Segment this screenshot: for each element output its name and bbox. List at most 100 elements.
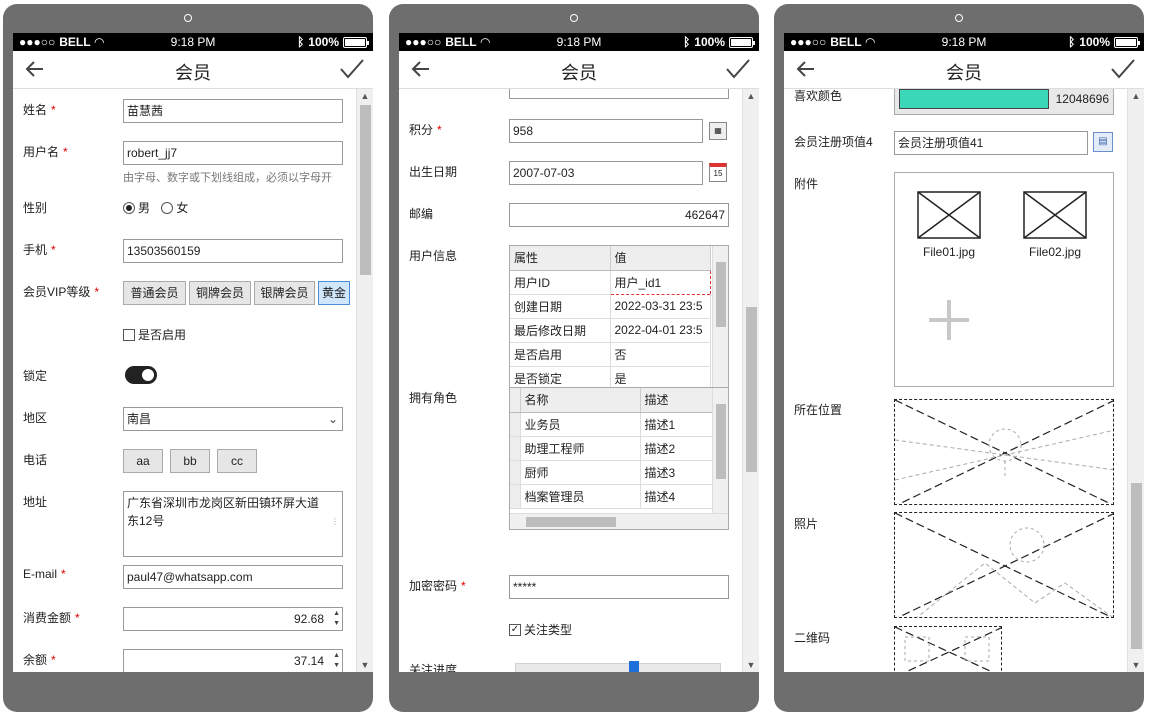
- grid-scrollbar[interactable]: [712, 246, 728, 387]
- check-icon[interactable]: [339, 57, 365, 81]
- vertical-scrollbar[interactable]: ▲ ▼: [742, 89, 759, 672]
- bluetooth-icon: ᛒ: [297, 35, 305, 49]
- progress-slider[interactable]: [515, 661, 721, 672]
- scroll-thumb[interactable]: [360, 105, 371, 275]
- birth-label: 出生日期: [409, 165, 458, 179]
- enabled-checkbox-label: 是否启用: [138, 328, 187, 342]
- navbar: 会员: [13, 51, 373, 89]
- page-title: 会员: [561, 63, 597, 83]
- scroll-up-icon[interactable]: ▲: [743, 89, 759, 103]
- tel-option-bb[interactable]: bb: [170, 449, 210, 473]
- scroll-thumb[interactable]: [1131, 483, 1142, 649]
- table-row[interactable]: 是否锁定是: [510, 366, 711, 387]
- location-label: 所在位置: [794, 403, 843, 417]
- table-row[interactable]: 是否启用否: [510, 342, 711, 367]
- address-textarea[interactable]: 广东省深圳市龙岗区新田镇环屏大道东12号 ⋮: [123, 491, 343, 557]
- status-bar: ●●●○○ BELL ◠ 9:18 PM ᛒ 100%: [784, 33, 1144, 51]
- attachment-area[interactable]: File01.jpg File02.jpg: [894, 172, 1114, 387]
- zip-input[interactable]: 462647: [509, 203, 729, 227]
- vip-option-silver[interactable]: 银牌会员: [254, 281, 315, 305]
- map-placeholder[interactable]: [894, 399, 1114, 505]
- calendar-icon[interactable]: 15: [709, 163, 727, 182]
- spinner-icon[interactable]: ▲ ▼: [333, 609, 340, 629]
- name-input[interactable]: 苗慧茜: [123, 99, 343, 123]
- slider-thumb[interactable]: [629, 661, 639, 672]
- partial-select[interactable]: [509, 89, 729, 99]
- calculator-icon[interactable]: ▦: [709, 122, 727, 140]
- scroll-down-icon[interactable]: ▼: [1128, 658, 1144, 672]
- screen-1: ●●●○○ BELL ◠ 9:18 PM ᛒ 100% 会员 姓名 * 苗慧茜 用户名 *…: [13, 33, 373, 672]
- tel-option-aa[interactable]: aa: [123, 449, 163, 473]
- points-label: 积分 *: [409, 123, 442, 137]
- chevron-down-icon: ⌄: [327, 412, 338, 426]
- gender-radio-female[interactable]: 女: [161, 199, 188, 216]
- table-row[interactable]: 档案管理员 描述4: [510, 484, 716, 509]
- balance-label: 余额 *: [23, 653, 56, 667]
- follow-type-checkbox[interactable]: ✓ 关注类型: [509, 621, 572, 638]
- reg-input[interactable]: 会员注册项值41: [894, 131, 1088, 155]
- vip-option-normal[interactable]: 普通会员: [123, 281, 186, 305]
- spinner-icon[interactable]: ▲ ▼: [333, 651, 340, 671]
- image-placeholder-icon: [1023, 191, 1087, 239]
- table-row[interactable]: 厨师 描述3: [510, 460, 716, 485]
- color-value: 12048696: [1055, 92, 1109, 106]
- email-input[interactable]: paul47@whatsapp.com: [123, 565, 343, 589]
- scroll-up-icon[interactable]: ▲: [1128, 89, 1144, 103]
- table-row[interactable]: 创建日期 2022-03-31 23:5: [510, 294, 711, 319]
- scroll-down-icon[interactable]: ▼: [743, 658, 759, 672]
- table-row[interactable]: 最后修改日期 2022-04-01 23:5: [510, 318, 711, 343]
- zip-label: 邮编: [409, 207, 434, 221]
- tel-label: 电话: [23, 453, 48, 467]
- roles-header-name: 名称: [520, 388, 641, 413]
- status-bar: ●●●○○ BELL ◠ 9:18 PM ᛒ 100%: [399, 33, 759, 51]
- phone-frame-3: ●●●○○ BELL ◠ 9:18 PM ᛒ 100% 会员 喜欢颜色 1204869…: [774, 4, 1144, 712]
- photo-placeholder[interactable]: [894, 512, 1114, 618]
- balance-input[interactable]: 37.14 ▲ ▼: [123, 649, 343, 672]
- check-icon[interactable]: [725, 57, 751, 81]
- table-row[interactable]: 业务员 描述1: [510, 412, 716, 437]
- gender-radio-male[interactable]: 男: [123, 199, 150, 216]
- scroll-down-icon[interactable]: ▼: [357, 658, 373, 672]
- grid-vscrollbar[interactable]: [712, 388, 728, 513]
- vertical-scrollbar[interactable]: ▲ ▼: [356, 89, 373, 672]
- address-label: 地址: [23, 495, 48, 509]
- vertical-scrollbar[interactable]: ▲ ▼: [1127, 89, 1144, 672]
- region-select[interactable]: 南昌 ⌄: [123, 407, 343, 431]
- enabled-checkbox[interactable]: 是否启用: [123, 326, 186, 343]
- username-label: 用户名 *: [23, 145, 68, 159]
- password-label: 加密密码 *: [409, 579, 466, 593]
- color-picker[interactable]: 12048696: [894, 89, 1114, 115]
- phone-frame-1: ●●●○○ BELL ◠ 9:18 PM ᛒ 100% 会员 姓名 * 苗慧茜 用户名 *…: [3, 4, 373, 712]
- qr-placeholder[interactable]: [894, 626, 1002, 672]
- vip-option-gold[interactable]: 黄金: [318, 281, 350, 305]
- bluetooth-icon: ᛒ: [683, 35, 691, 49]
- scroll-thumb[interactable]: [746, 307, 757, 472]
- table-row[interactable]: 用户ID 用户_id1: [510, 269, 711, 295]
- status-bar: ●●●○○ BELL ◠ 9:18 PM ᛒ 100%: [13, 33, 373, 51]
- document-icon[interactable]: ▤: [1093, 132, 1113, 152]
- phone-input[interactable]: 13503560159: [123, 239, 343, 263]
- userinfo-header-value: 值: [610, 246, 711, 271]
- progress-label: 关注进度: [409, 663, 458, 672]
- screen-3: ●●●○○ BELL ◠ 9:18 PM ᛒ 100% 会员 喜欢颜色 1204869…: [784, 33, 1144, 672]
- check-icon[interactable]: [1110, 57, 1136, 81]
- color-label: 喜欢颜色: [794, 89, 843, 103]
- tel-option-cc[interactable]: cc: [217, 449, 257, 473]
- table-row[interactable]: 助理工程师 描述2: [510, 436, 716, 461]
- username-input[interactable]: robert_jj7: [123, 141, 343, 165]
- roles-header-desc: 描述: [640, 388, 716, 413]
- vip-option-bronze[interactable]: 铜牌会员: [189, 281, 251, 305]
- lock-toggle[interactable]: [125, 366, 157, 384]
- spend-input[interactable]: 92.68 ▲ ▼: [123, 607, 343, 631]
- name-label: 姓名 *: [23, 103, 56, 117]
- plus-icon[interactable]: [927, 298, 971, 342]
- qr-label: 二维码: [794, 631, 831, 645]
- birth-input[interactable]: 2007-07-03: [509, 161, 703, 185]
- grid-hscrollbar[interactable]: [510, 513, 728, 529]
- password-input[interactable]: *****: [509, 575, 729, 599]
- color-swatch: [899, 89, 1049, 109]
- scroll-up-icon[interactable]: ▲: [357, 89, 373, 103]
- file-name: File01.jpg: [922, 245, 976, 259]
- points-input[interactable]: 958: [509, 119, 703, 143]
- battery-level: 100%: [1079, 35, 1110, 49]
